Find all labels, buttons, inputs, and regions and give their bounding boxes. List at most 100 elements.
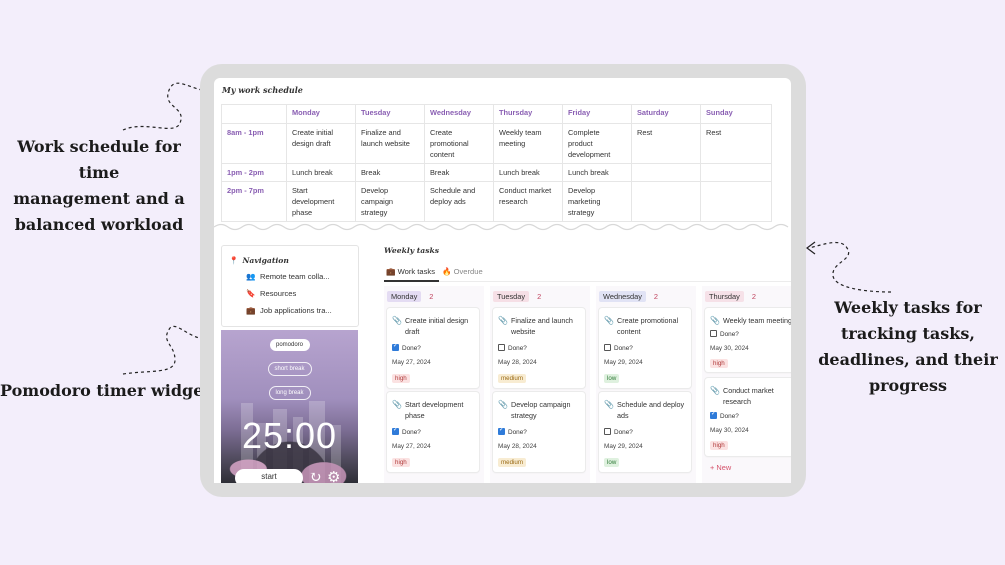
annotation-line: progress — [868, 376, 948, 395]
checkbox-unchecked-icon[interactable] — [604, 428, 611, 435]
schedule-cell[interactable] — [700, 163, 772, 182]
long-break-button[interactable]: long break — [268, 386, 311, 400]
annotation-line: Weekly tasks for — [834, 298, 982, 317]
day-badge: Tuesday — [493, 291, 530, 302]
schedule-cell[interactable]: Break — [355, 163, 425, 182]
schedule-cell[interactable]: Weekly team meeting — [493, 123, 563, 164]
board-column-wednesday: Wednesday 2 📎 Create promotional content … — [596, 286, 696, 483]
schedule-day-header[interactable]: Wednesday — [424, 104, 494, 124]
done-checkbox[interactable]: Done? — [710, 410, 739, 420]
task-date: May 28, 2024 — [498, 443, 537, 450]
task-card[interactable]: 📎 Create initial design draft Done? May … — [387, 308, 479, 388]
checkbox-unchecked-icon[interactable] — [710, 330, 717, 337]
schedule-cell[interactable] — [700, 181, 772, 222]
schedule-day-header[interactable]: Monday — [286, 104, 356, 124]
paperclip-icon: 📎 — [710, 386, 720, 395]
navigation-title-text: Navigation — [242, 256, 289, 265]
schedule-row: 1pm - 2pm Lunch break Break Break Lunch … — [221, 163, 772, 182]
schedule-cell[interactable]: Conduct market research — [493, 181, 563, 222]
nav-link-remote-team[interactable]: 👥 Remote team colla... — [246, 272, 356, 281]
task-card[interactable]: 📎 Finalize and launch website Done? May … — [493, 308, 585, 388]
nav-link-job-applications[interactable]: 💼 Job applications tra... — [246, 306, 356, 315]
done-checkbox[interactable]: Done? — [498, 344, 527, 352]
schedule-cell[interactable]: Lunch break — [286, 163, 356, 182]
start-button[interactable]: start — [235, 469, 303, 483]
column-header: Thursday 2 — [705, 291, 756, 302]
priority-tag: high — [392, 458, 410, 467]
paperclip-icon: 📎 — [392, 316, 402, 325]
task-date: May 28, 2024 — [498, 359, 537, 366]
schedule-day-header[interactable]: Saturday — [631, 104, 701, 124]
priority-tag: low — [604, 374, 620, 383]
task-name: Weekly team meeting — [723, 316, 791, 325]
bookmark-icon: 🔖 — [246, 289, 256, 298]
navigation-title: 📍 Navigation — [229, 256, 289, 265]
task-count: 2 — [653, 292, 659, 301]
schedule-cell[interactable]: Break — [424, 163, 494, 182]
schedule-cell[interactable]: Rest — [700, 123, 772, 164]
time-slot[interactable]: 2pm - 7pm — [221, 181, 287, 222]
done-checkbox[interactable]: Done? — [392, 342, 421, 352]
reset-icon[interactable]: ↻ — [309, 469, 322, 483]
new-task-button[interactable]: + New — [710, 463, 731, 472]
time-slot[interactable]: 8am - 1pm — [221, 123, 287, 164]
task-card[interactable]: 📎 Weekly team meeting Done? May 30, 2024… — [705, 308, 791, 372]
schedule-cell[interactable]: Develop marketing strategy — [562, 181, 632, 222]
schedule-cell[interactable]: Develop campaign strategy — [355, 181, 425, 222]
done-checkbox[interactable]: Done? — [498, 426, 527, 436]
task-name: Start development phase — [405, 400, 464, 420]
schedule-day-header[interactable]: Sunday — [700, 104, 772, 124]
schedule-cell[interactable]: Complete product development — [562, 123, 632, 164]
pomodoro-mode-button[interactable]: pomodoro — [269, 339, 310, 351]
schedule-cell[interactable]: Start development phase — [286, 181, 356, 222]
done-label: Done? — [614, 345, 633, 352]
task-card[interactable]: 📎 Conduct market research Done? May 30, … — [705, 378, 791, 456]
schedule-cell[interactable]: Rest — [631, 123, 701, 164]
checkbox-checked-icon[interactable] — [392, 426, 399, 435]
annotation-line: tracking tasks, — [841, 324, 975, 343]
schedule-day-header[interactable]: Tuesday — [355, 104, 425, 124]
task-card[interactable]: 📎 Create promotional content Done? May 2… — [599, 308, 691, 388]
paperclip-icon: 📎 — [710, 316, 720, 325]
schedule-cell[interactable]: Finalize and launch website — [355, 123, 425, 164]
done-checkbox[interactable]: Done? — [710, 330, 739, 338]
pomodoro-widget: pomodoro short break long break 25:00 st… — [221, 330, 358, 483]
time-slot[interactable]: 1pm - 2pm — [221, 163, 287, 182]
priority-tag: medium — [498, 458, 527, 467]
task-card[interactable]: 📎 Develop campaign strategy Done? May 28… — [493, 392, 585, 472]
schedule-cell[interactable] — [631, 163, 701, 182]
annotation-line: balanced workload — [14, 215, 184, 234]
done-checkbox[interactable]: Done? — [392, 426, 421, 436]
task-name: Develop campaign strategy — [511, 400, 571, 420]
task-count: 2 — [751, 292, 756, 301]
tab-divider — [384, 281, 791, 282]
checkbox-checked-icon[interactable] — [498, 426, 505, 435]
tab-label: Overdue — [453, 267, 483, 276]
schedule-cell[interactable]: Schedule and deploy ads — [424, 181, 494, 222]
done-checkbox[interactable]: Done? — [604, 344, 633, 352]
schedule-cell[interactable] — [631, 181, 701, 222]
task-card[interactable]: 📎 Schedule and deploy ads Done? May 29, … — [599, 392, 691, 472]
checkbox-checked-icon[interactable] — [392, 342, 399, 351]
task-name: Conduct market research — [723, 386, 774, 406]
tab-overdue[interactable]: 🔥 Overdue — [442, 267, 483, 276]
checkbox-unchecked-icon[interactable] — [604, 344, 611, 351]
schedule-day-header[interactable]: Thursday — [493, 104, 563, 124]
checkbox-unchecked-icon[interactable] — [498, 344, 505, 351]
gear-icon[interactable]: ⚙ — [327, 469, 340, 483]
task-card[interactable]: 📎 Start development phase Done? May 27, … — [387, 392, 479, 472]
schedule-cell[interactable]: Lunch break — [493, 163, 563, 182]
column-header: Wednesday 2 — [599, 291, 659, 302]
nav-link-resources[interactable]: 🔖 Resources — [246, 289, 356, 298]
schedule-cell[interactable]: Create promotional content — [424, 123, 494, 164]
checkbox-checked-icon[interactable] — [710, 410, 717, 419]
navigation-card: 📍 Navigation 👥 Remote team colla... 🔖 Resou… — [221, 245, 359, 327]
short-break-button[interactable]: short break — [267, 362, 312, 376]
schedule-cell[interactable]: Lunch break — [562, 163, 632, 182]
done-label: Done? — [508, 429, 527, 436]
schedule-day-header[interactable]: Friday — [562, 104, 632, 124]
done-checkbox[interactable]: Done? — [604, 428, 633, 436]
schedule-cell[interactable]: Create initial design draft — [286, 123, 356, 164]
people-icon: 👥 — [246, 272, 256, 281]
tab-work-tasks[interactable]: 💼 Work tasks — [386, 267, 435, 276]
